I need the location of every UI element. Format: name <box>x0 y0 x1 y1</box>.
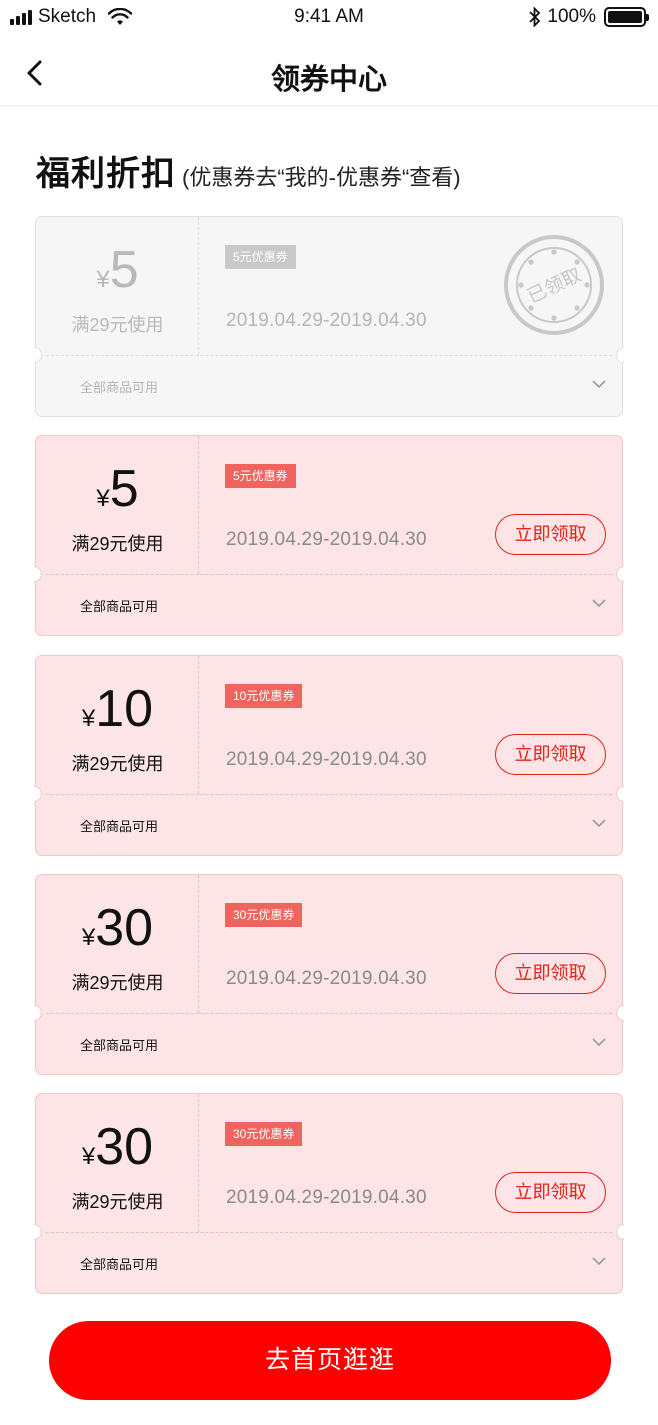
coupon-tag: 5元优惠券 <box>225 245 296 269</box>
chevron-down-icon[interactable] <box>592 598 606 608</box>
page-title: 领券中心 <box>270 64 387 96</box>
stamp-text: 已领取 <box>524 264 585 308</box>
coupon-value-panel: ¥30 满29元使用 <box>36 875 199 1013</box>
coupon-tag: 30元优惠券 <box>225 903 303 927</box>
claim-button[interactable]: 立即领取 <box>495 953 606 994</box>
coupon-value-panel: ¥5 满29元使用 <box>36 217 199 355</box>
coupon-scope: 全部商品可用 <box>80 1038 159 1053</box>
coupon-condition: 满29元使用 <box>71 973 164 993</box>
go-home-button[interactable]: 去首页逛逛 <box>49 1321 611 1400</box>
coupon-date: 2019.04.29-2019.04.30 <box>226 968 427 989</box>
currency-symbol: ¥ <box>81 705 96 732</box>
coupon-scope: 全部商品可用 <box>80 599 159 614</box>
chevron-down-icon[interactable] <box>592 1256 606 1266</box>
section-title: 福利折扣 <box>36 155 176 193</box>
section-heading: 福利折扣 (优惠券去“我的-优惠券“查看) <box>36 146 461 195</box>
coupon-date: 2019.04.29-2019.04.30 <box>226 529 427 550</box>
chevron-down-icon[interactable] <box>592 818 606 828</box>
coupon-date: 2019.04.29-2019.04.30 <box>226 310 427 331</box>
currency-symbol: ¥ <box>96 266 110 293</box>
coupon-card[interactable]: ¥10 满29元使用 10元优惠券 2019.04.29-2019.04.30 … <box>34 655 624 856</box>
claim-button[interactable]: 立即领取 <box>495 514 606 555</box>
status-right: 100% <box>529 6 649 28</box>
coupon-divider <box>46 574 612 575</box>
coupon-notch <box>616 347 624 363</box>
coupon-condition: 满29元使用 <box>71 1192 164 1212</box>
amount-value: 10 <box>95 680 154 738</box>
coupon-tag: 30元优惠券 <box>225 1122 303 1146</box>
coupon-notch <box>616 566 624 582</box>
coupon-amount: ¥5 <box>36 460 199 518</box>
coupon-divider <box>46 1013 612 1014</box>
coupon-card[interactable]: ¥30 满29元使用 30元优惠券 2019.04.29-2019.04.30 … <box>34 1093 624 1294</box>
amount-value: 5 <box>109 460 139 518</box>
claim-button[interactable]: 立即领取 <box>495 734 606 775</box>
chevron-down-icon[interactable] <box>592 1037 606 1047</box>
coupon-scope: 全部商品可用 <box>80 380 159 395</box>
coupon-card[interactable]: ¥5 满29元使用 5元优惠券 2019.04.29-2019.04.30 已领… <box>34 216 624 417</box>
currency-symbol: ¥ <box>96 485 110 512</box>
amount-value: 5 <box>109 241 139 299</box>
coupon-condition: 满29元使用 <box>71 315 164 335</box>
claimed-stamp-icon: 已领取 <box>504 235 604 335</box>
coupon-amount: ¥30 <box>36 899 199 957</box>
amount-value: 30 <box>95 1118 154 1176</box>
coupon-divider <box>46 794 612 795</box>
coupon-value-panel: ¥10 满29元使用 <box>36 656 199 794</box>
coupon-notch <box>616 1224 624 1240</box>
coupon-notch <box>616 786 624 802</box>
coupon-notch <box>616 1005 624 1021</box>
coupon-value-panel: ¥30 满29元使用 <box>36 1094 199 1232</box>
coupon-tag: 10元优惠券 <box>225 684 303 708</box>
status-bar: Sketch 9:41 AM 100% <box>0 0 658 34</box>
battery-percent: 100% <box>547 6 596 27</box>
coupon-condition: 满29元使用 <box>71 534 164 554</box>
coupon-amount: ¥30 <box>36 1118 199 1176</box>
battery-icon <box>604 7 649 27</box>
coupon-scope: 全部商品可用 <box>80 1257 159 1272</box>
section-hint: (优惠券去“我的-优惠券“查看) <box>182 165 461 190</box>
bluetooth-icon <box>529 7 541 27</box>
coupon-divider <box>46 355 612 356</box>
coupon-tag: 5元优惠券 <box>225 464 296 488</box>
chevron-down-icon[interactable] <box>592 379 606 389</box>
coupon-card[interactable]: ¥5 满29元使用 5元优惠券 2019.04.29-2019.04.30 立即… <box>34 435 624 636</box>
currency-symbol: ¥ <box>81 924 96 951</box>
currency-symbol: ¥ <box>81 1143 96 1170</box>
claim-button[interactable]: 立即领取 <box>495 1172 606 1213</box>
coupon-value-panel: ¥5 满29元使用 <box>36 436 199 574</box>
coupon-condition: 满29元使用 <box>71 754 164 774</box>
coupon-date: 2019.04.29-2019.04.30 <box>226 749 427 770</box>
nav-bar: 领券中心 <box>0 40 658 106</box>
coupon-card[interactable]: ¥30 满29元使用 30元优惠券 2019.04.29-2019.04.30 … <box>34 874 624 1075</box>
coupon-amount: ¥10 <box>36 680 199 738</box>
coupon-date: 2019.04.29-2019.04.30 <box>226 1187 427 1208</box>
coupon-divider <box>46 1232 612 1233</box>
coupon-amount: ¥5 <box>36 241 199 299</box>
amount-value: 30 <box>95 899 154 957</box>
coupon-scope: 全部商品可用 <box>80 819 159 834</box>
